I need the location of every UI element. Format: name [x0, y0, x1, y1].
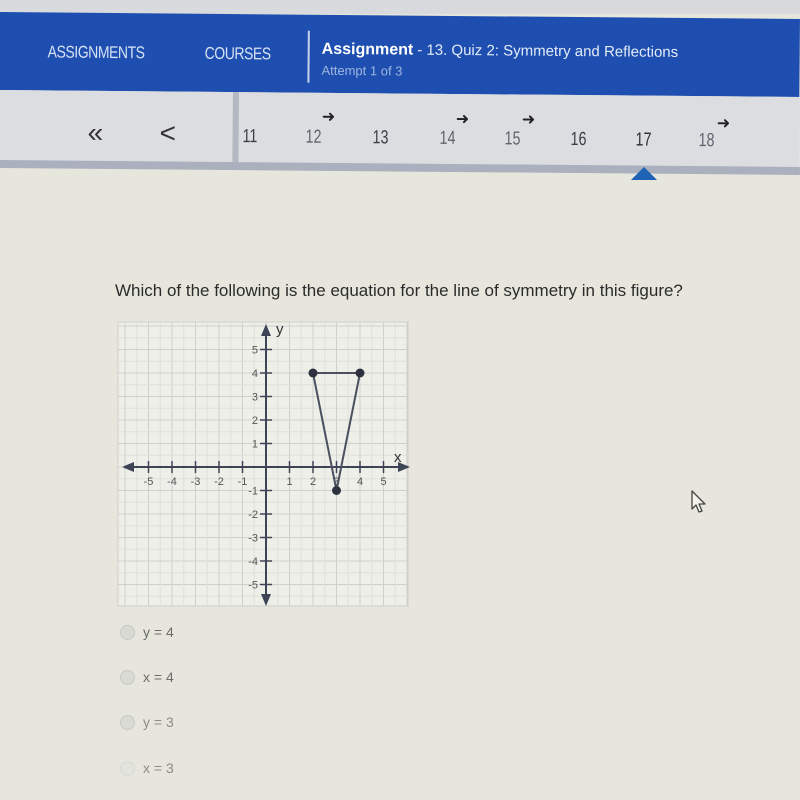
x-tick-label: -3: [191, 476, 201, 488]
x-tick-label: 1: [286, 476, 292, 488]
radio-button[interactable]: [120, 624, 135, 640]
question-navigator: « < 11 ➜ 12 13 ➜ 14 ➜ 15 16 17 ➜ 18: [0, 90, 800, 172]
triangle-vertex: [308, 368, 318, 378]
x-tick-label: 5: [380, 476, 386, 488]
x-tick-label: -2: [214, 476, 224, 488]
y-tick-label: 3: [252, 392, 258, 404]
y-tick-label: -5: [248, 580, 258, 592]
question-11-button[interactable]: 11: [243, 126, 258, 148]
mouse-cursor-icon: [691, 490, 706, 513]
first-question-button[interactable]: «: [87, 117, 103, 149]
radio-button[interactable]: [120, 760, 135, 776]
y-axis-label: y: [276, 321, 284, 338]
coordinate-graph: yx-5 -4 -3 -2 -1 1 2 3 4 554321-1-2-3-4-5: [117, 321, 410, 607]
flag-arrow-icon: ➜: [455, 110, 470, 129]
y-tick-label: 1: [252, 439, 258, 451]
answer-choice-4[interactable]: x = 3: [120, 760, 174, 776]
current-question-marker: [631, 167, 657, 180]
attempt-counter: Attempt 1 of 3: [321, 62, 403, 79]
x-tick-label: 4: [357, 476, 363, 488]
flag-arrow-icon: ➜: [321, 108, 336, 126]
y-tick-label: 2: [252, 415, 258, 427]
flag-arrow-icon: ➜: [716, 115, 731, 133]
triangle-vertex: [332, 486, 341, 495]
x-tick-label: -1: [238, 476, 248, 488]
assignment-name: - 13. Quiz 2: Symmetry and Reflections: [417, 41, 679, 61]
choice-label: y = 4: [143, 624, 174, 640]
question-15-button[interactable]: 15: [504, 128, 521, 150]
graph-background: [117, 321, 409, 607]
radio-button[interactable]: [120, 714, 135, 730]
flag-arrow-icon: ➜: [521, 111, 536, 129]
y-tick-label: 5: [252, 345, 258, 357]
question-14-button[interactable]: 14: [439, 128, 456, 150]
choice-label: x = 3: [143, 760, 174, 776]
previous-question-button[interactable]: <: [159, 117, 176, 149]
question-17-button[interactable]: 17: [635, 130, 651, 152]
answer-choice-1[interactable]: y = 4: [120, 624, 174, 640]
nav-courses-link[interactable]: COURSES: [205, 44, 271, 65]
question-16-button[interactable]: 16: [570, 129, 586, 151]
x-tick-label: -5: [144, 476, 154, 488]
triangle-vertex: [355, 368, 365, 378]
nav-divider: [307, 30, 310, 83]
y-tick-label: 4: [252, 368, 258, 380]
x-tick-label: 2: [310, 476, 316, 488]
assignment-title: Assignment - 13. Quiz 2: Symmetry and Ref…: [322, 41, 679, 62]
choice-label: y = 3: [143, 714, 174, 730]
question-12-button[interactable]: 12: [305, 127, 322, 149]
y-tick-label: -4: [248, 556, 258, 568]
navigator-separator: [232, 92, 239, 168]
x-axis-label: x: [394, 449, 402, 466]
y-tick-label: -1: [248, 486, 258, 498]
question-18-button[interactable]: 18: [698, 130, 714, 152]
choice-label: x = 4: [143, 669, 174, 685]
top-navbar: ASSIGNMENTS COURSES Assignment - 13. Quiz…: [0, 12, 800, 97]
x-tick-label: -4: [167, 476, 177, 488]
question-text: Which of the following is the equation f…: [115, 281, 683, 300]
radio-button[interactable]: [120, 669, 135, 685]
y-tick-label: -3: [248, 533, 258, 545]
nav-assignments-link[interactable]: ASSIGNMENTS: [48, 42, 145, 63]
answer-choice-2[interactable]: x = 4: [120, 669, 174, 685]
question-13-button[interactable]: 13: [372, 127, 389, 149]
answer-choice-3[interactable]: y = 3: [120, 714, 174, 730]
browser-top-strip: [0, 0, 800, 14]
assignment-label: Assignment: [321, 40, 414, 59]
y-tick-label: -2: [248, 509, 258, 521]
